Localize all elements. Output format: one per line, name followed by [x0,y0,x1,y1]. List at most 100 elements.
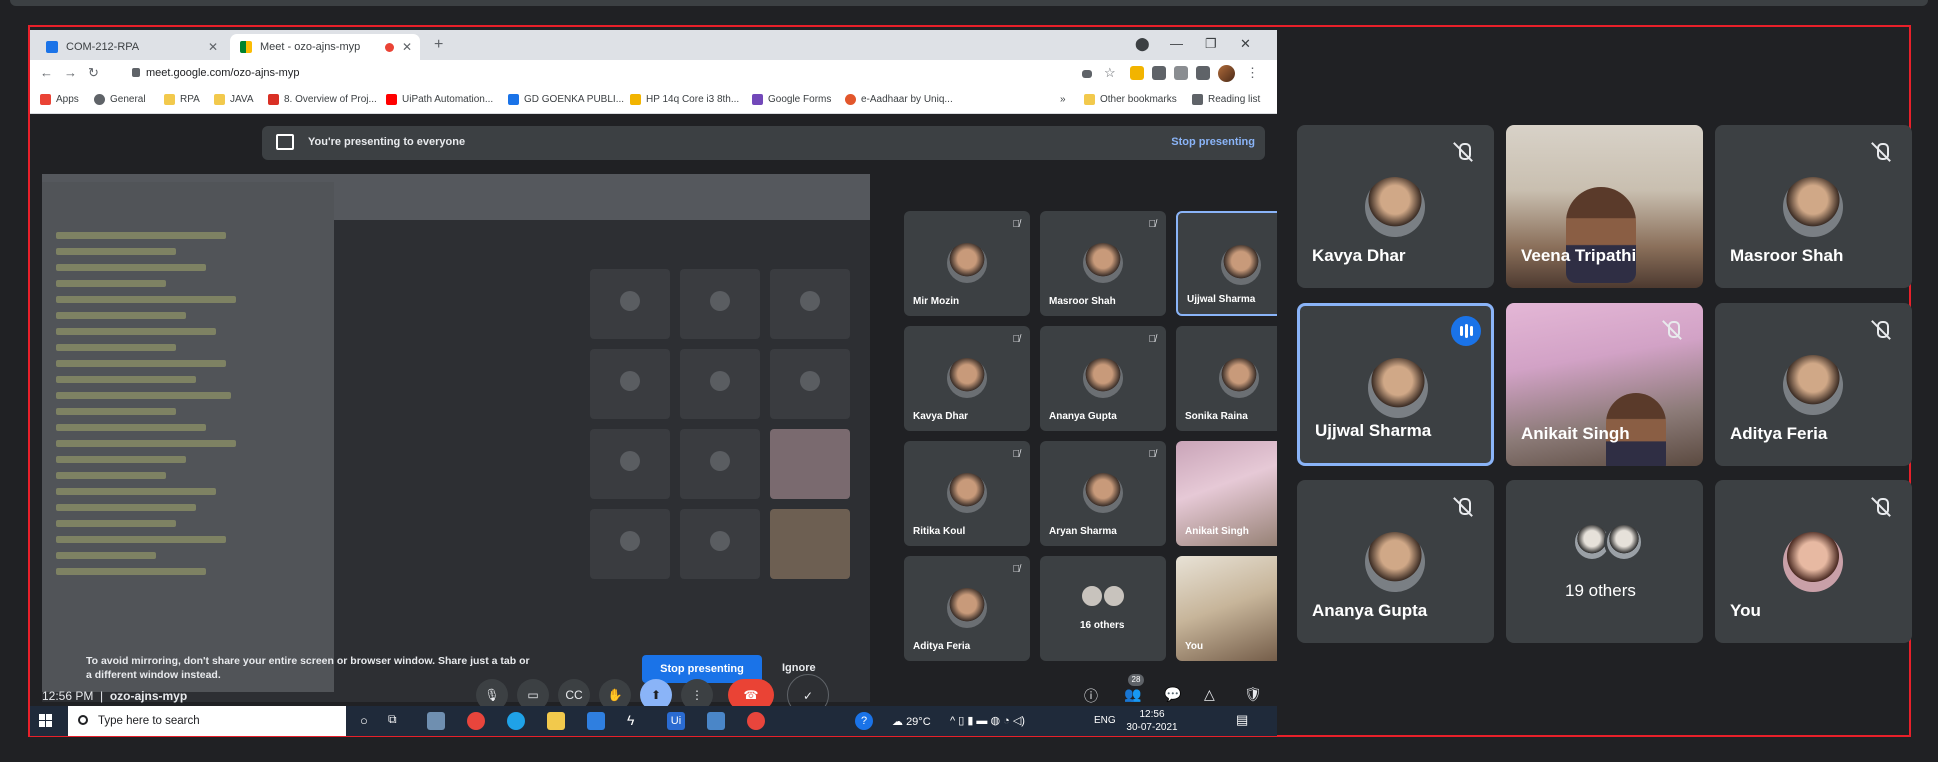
media-icon[interactable] [1196,66,1210,80]
cortana-icon[interactable]: ○ [360,713,368,728]
others-label: 19 others [1565,581,1636,600]
taskbar-search[interactable]: Type here to search [68,706,346,736]
mic-off-icon: 🎙̸ [1012,449,1021,460]
bolt-icon[interactable]: ϟ [627,712,645,730]
bookmark-hp[interactable]: HP 14q Core i3 8th... [630,94,739,105]
self-tile[interactable]: You [1176,556,1277,661]
tab-label: Meet - ozo-ajns-myp [260,41,361,53]
participant-tile-video[interactable]: Anikait Singh [1506,303,1703,466]
participant-name: You [1185,641,1204,652]
windows-start-icon[interactable] [39,714,52,727]
language-indicator[interactable]: ENG [1094,715,1116,726]
bookmark-other[interactable]: Other bookmarks [1084,94,1177,105]
profile-avatar[interactable] [1218,65,1235,82]
host-controls-icon[interactable]: 🛡 [1244,686,1262,703]
puzzle-icon[interactable] [1152,66,1166,80]
info-icon[interactable]: ⓘ [1084,686,1098,706]
new-tab-icon[interactable]: + [434,36,443,54]
participant-tile[interactable]: 🎙̸ Aditya Feria [904,556,1030,661]
others-tile[interactable]: 19 others [1506,480,1703,643]
uipath-icon[interactable]: Ui [667,712,685,730]
participant-name: Masroor Shah [1049,296,1116,307]
participant-tile[interactable]: 🎙̸ Kavya Dhar [904,326,1030,431]
forward-icon[interactable]: → [64,65,77,80]
avatar [1783,532,1843,592]
meeting-info: 12:56 PM | ozo-ajns-myp [42,689,188,703]
tab-com-212-rpa[interactable]: COM-212-RPA ✕ [36,34,226,60]
mic-off-icon [1868,318,1894,344]
participant-tile[interactable]: Masroor Shah [1715,125,1912,288]
bookmark-overview[interactable]: 8. Overview of Proj... [268,94,377,105]
participant-name: Ujjwal Sharma [1187,294,1256,305]
participant-tile[interactable]: 🎙̸ Masroor Shah [1040,211,1166,316]
participant-tile-video[interactable]: Anikait Singh [1176,441,1277,546]
participant-tile[interactable]: Aditya Feria [1715,303,1912,466]
camera-icon[interactable] [1082,70,1092,78]
bookmark-google-forms[interactable]: Google Forms [752,94,831,105]
notifications-icon[interactable]: ▤ [1236,712,1248,728]
activities-icon[interactable]: △ [1204,686,1215,703]
chrome-icon[interactable] [467,712,485,730]
participant-tile[interactable]: Ananya Gupta [1297,480,1494,643]
avatar [1365,177,1425,237]
chrome-active-icon[interactable] [747,712,765,730]
bookmarks-overflow[interactable]: » [1060,94,1066,105]
close-icon[interactable]: ✕ [402,40,412,54]
bookmark-reading-list[interactable]: Reading list [1192,94,1260,105]
participant-tile[interactable]: 🎙̸ Ritika Koul [904,441,1030,546]
participant-tile[interactable]: 🎙̸ Mir Mozin [904,211,1030,316]
participant-tile-video[interactable]: Veena Tripathi [1506,125,1703,288]
extension-icon[interactable] [1130,66,1144,80]
ignore-button[interactable]: Ignore [782,662,816,674]
edge-icon[interactable] [507,712,525,730]
menu-icon[interactable]: ⋮ [1246,65,1259,81]
app-icon[interactable] [427,712,445,730]
avatar [1083,358,1123,398]
weather[interactable]: ☁ 29°C [892,715,931,728]
bookmark-aadhaar[interactable]: e-Aadhaar by Uniq... [845,94,953,105]
bookmark-gd-goenka[interactable]: GD GOENKA PUBLI... [508,94,624,105]
participant-tile[interactable]: 🎙̸ Sonika Raina [1176,326,1277,431]
recording-icon [385,43,394,52]
bookmark-uipath[interactable]: UiPath Automation... [386,94,493,105]
others-tile[interactable]: 16 others [1040,556,1166,661]
file-explorer-icon[interactable] [547,712,565,730]
studio-icon[interactable] [707,712,725,730]
profile-menu-icon[interactable]: ⬤ [1135,36,1150,52]
bookmark-apps[interactable]: Apps [40,94,79,105]
back-icon[interactable]: ← [40,65,53,80]
tab-meet[interactable]: Meet - ozo-ajns-myp ✕ [230,34,420,60]
mic-off-icon: 🎙̸ [1148,449,1157,460]
reload-icon[interactable]: ↻ [88,65,99,81]
close-icon[interactable]: ✕ [208,40,218,54]
stop-presenting-link[interactable]: Stop presenting [1171,136,1255,148]
close-window-icon[interactable]: ✕ [1240,36,1251,52]
participant-tile[interactable]: 🎙̸ Ananya Gupta [1040,326,1166,431]
chat-icon[interactable]: 💬 [1164,686,1181,703]
cast-icon[interactable] [1174,66,1188,80]
dropbox-icon[interactable] [587,712,605,730]
participant-name: Ujjwal Sharma [1315,421,1432,440]
clock-time[interactable]: 12:56 [1124,709,1180,720]
task-view-icon[interactable]: ⧉ [388,712,406,730]
tray-icons[interactable]: ^ ▯ ▮ ▬ ◍ ◔ ◁) [950,714,1025,727]
people-icon[interactable]: 👥 [1124,686,1141,703]
top-edge [10,0,1928,6]
help-icon[interactable]: ? [855,712,873,730]
participant-tile-speaking[interactable]: Ujjwal Sharma [1176,211,1277,316]
bookmark-general[interactable]: General [94,94,146,105]
participant-tile[interactable]: Kavya Dhar [1297,125,1494,288]
self-tile[interactable]: You [1715,480,1912,643]
star-icon[interactable]: ☆ [1104,65,1116,81]
participant-tile[interactable]: 🎙̸ Aryan Sharma [1040,441,1166,546]
avatar [1083,243,1123,283]
bookmark-java[interactable]: JAVA [214,94,254,105]
weather-icon: ☁ [892,716,907,728]
participant-tile-speaking[interactable]: Ujjwal Sharma [1297,303,1494,466]
address-bar-row: ← → ↻ meet.google.com/ozo-ajns-myp ☆ ⋮ [30,60,1277,88]
clock-date[interactable]: 30-07-2021 [1124,722,1180,733]
bookmark-rpa[interactable]: RPA [164,94,200,105]
restore-icon[interactable]: ❐ [1205,36,1217,52]
minimize-icon[interactable]: — [1170,36,1183,51]
url-field[interactable]: meet.google.com/ozo-ajns-myp [132,67,299,79]
